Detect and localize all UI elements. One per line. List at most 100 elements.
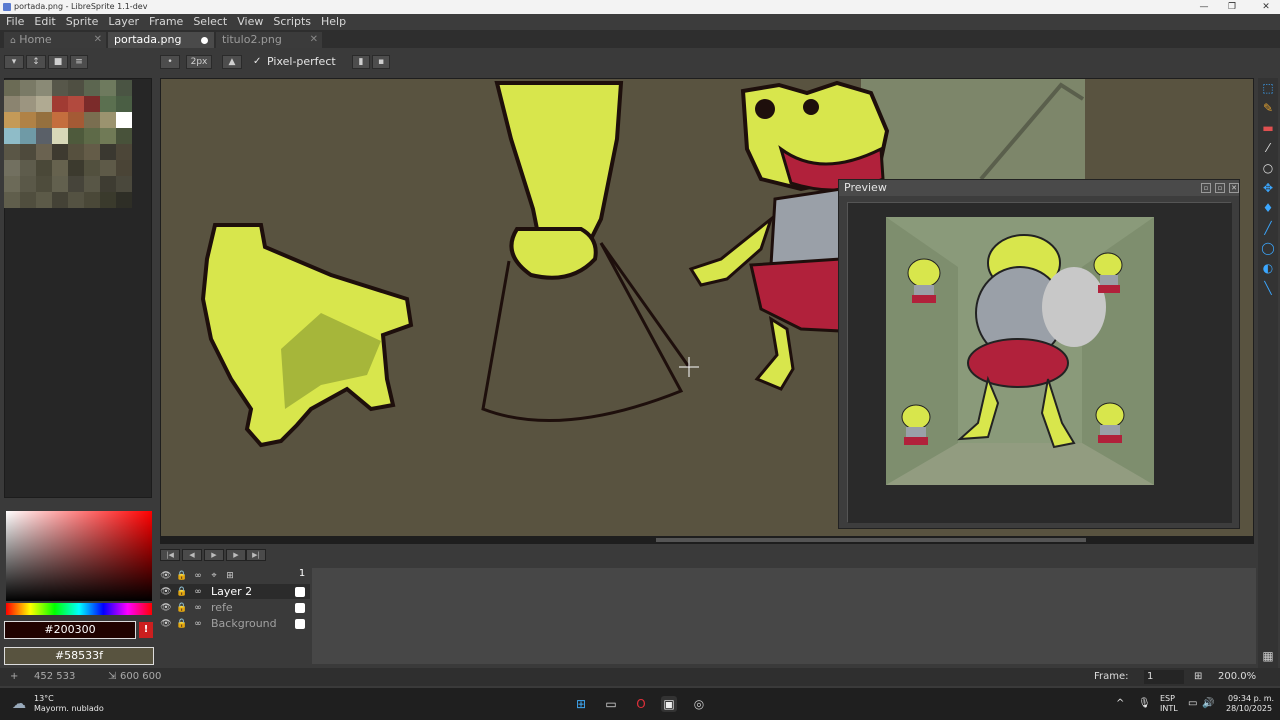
palette-swatch[interactable] (20, 192, 36, 208)
palette-swatch[interactable] (100, 192, 116, 208)
palette-swatch[interactable] (4, 192, 20, 208)
palette-swatch[interactable] (36, 80, 52, 96)
palette-swatch[interactable] (84, 192, 100, 208)
palette-swatch[interactable] (84, 80, 100, 96)
palette-swatch[interactable] (4, 96, 20, 112)
contour-tool-icon[interactable]: ◐ (1260, 260, 1276, 276)
palette-swatch[interactable] (84, 176, 100, 192)
tab-home[interactable]: ⌂ Home ✕ (4, 32, 106, 48)
palette-swatch[interactable] (36, 96, 52, 112)
last-frame-icon[interactable]: ▶| (246, 549, 266, 561)
palette-swatch[interactable] (20, 80, 36, 96)
palette-swatch[interactable] (84, 112, 100, 128)
palette-swatch[interactable] (4, 160, 20, 176)
ink-type-icon[interactable]: ▲ (222, 55, 242, 69)
preview-pin-icon[interactable]: ▫ (1201, 183, 1211, 193)
volume-icon[interactable]: 🔊 (1202, 698, 1214, 709)
palette-swatch[interactable] (52, 160, 68, 176)
mic-icon[interactable]: 🎙 (1138, 698, 1151, 709)
palette-options-icon[interactable]: ▾ (4, 55, 24, 69)
menu-select[interactable]: Select (187, 14, 231, 30)
palette-swatch[interactable] (52, 128, 68, 144)
move-tool-icon[interactable]: ✥ (1260, 180, 1276, 196)
palette-swatch[interactable] (4, 128, 20, 144)
background-color-button[interactable]: #58533f (4, 647, 154, 665)
palette-swatch[interactable] (20, 128, 36, 144)
language-code[interactable]: ESP (1160, 694, 1175, 703)
palette-swatch[interactable] (100, 128, 116, 144)
palette-swatch[interactable] (36, 144, 52, 160)
lock-icon[interactable]: 🔒 (176, 618, 188, 630)
palette-swatch[interactable] (100, 96, 116, 112)
link-header-icon[interactable]: ⌖ (208, 570, 220, 582)
minimize-button[interactable]: — (1194, 0, 1214, 14)
preview-window[interactable]: Preview ▫ ▫ ✕ (838, 179, 1240, 529)
next-frame-icon[interactable]: ▶ (226, 549, 246, 561)
brush-type-icon[interactable]: • (160, 55, 180, 69)
layer-row[interactable]: 👁 🔒 ∞ Layer 2 (160, 584, 310, 599)
palette-swatch[interactable] (36, 192, 52, 208)
menu-frame[interactable]: Frame (143, 14, 187, 30)
eraser-tool-icon[interactable]: ▬ (1260, 120, 1276, 136)
ellipse-tool-icon[interactable]: ◯ (1260, 240, 1276, 256)
tab-portada[interactable]: portada.png (108, 32, 214, 48)
cel-icon[interactable] (295, 587, 305, 597)
menu-sprite[interactable]: Sprite (60, 14, 103, 30)
pixel-perfect-checkbox[interactable]: ✓ (253, 56, 261, 67)
palette-swatch[interactable] (68, 144, 84, 160)
continuous-icon[interactable]: ∞ (192, 618, 204, 630)
start-icon[interactable]: ⊞ (573, 696, 589, 712)
palette-swatch[interactable] (20, 112, 36, 128)
palette-swatch[interactable] (116, 160, 132, 176)
continuous-header-icon[interactable]: ∞ (192, 570, 204, 582)
pencil-tool-icon[interactable]: ✎ (1260, 100, 1276, 116)
lock-header-icon[interactable]: 🔒 (176, 570, 188, 582)
tray-chevron-icon[interactable]: ^ (1116, 698, 1124, 709)
play-icon[interactable]: ▶ (204, 549, 224, 561)
palette-swatch[interactable] (20, 96, 36, 112)
continuous-icon[interactable]: ∞ (192, 602, 204, 614)
opera-icon[interactable]: O (633, 696, 649, 712)
preview-maximize-icon[interactable]: ▫ (1215, 183, 1225, 193)
palette-swatch[interactable] (68, 96, 84, 112)
brush-size-field[interactable]: 2px (186, 55, 212, 69)
palette-swatch[interactable] (68, 128, 84, 144)
lock-icon[interactable]: 🔒 (176, 602, 188, 614)
palette-swatch[interactable] (68, 176, 84, 192)
palette-preset-icon[interactable]: ■ (48, 55, 68, 69)
palette-swatch[interactable] (52, 112, 68, 128)
app-icon-taskbar[interactable]: ◎ (691, 696, 707, 712)
continuous-icon[interactable]: ∞ (192, 586, 204, 598)
palette-swatch[interactable] (100, 144, 116, 160)
palette-swatch[interactable] (4, 112, 20, 128)
palette-swatch[interactable] (36, 176, 52, 192)
task-view-icon[interactable]: ▭ (603, 696, 619, 712)
cel-icon[interactable] (295, 603, 305, 613)
zoom-level[interactable]: 200.0% (1218, 668, 1256, 686)
zoom-tool-icon[interactable]: ○ (1260, 160, 1276, 176)
palette-swatch[interactable] (116, 192, 132, 208)
layer-row[interactable]: 👁 🔒 ∞ refe (160, 600, 310, 615)
libresprite-icon[interactable]: ▣ (661, 696, 677, 712)
prev-frame-icon[interactable]: ◀ (182, 549, 202, 561)
palette-swatch[interactable] (68, 160, 84, 176)
palette-swatch[interactable] (84, 160, 100, 176)
eyedropper-tool-icon[interactable]: ⁄ (1260, 140, 1276, 156)
visibility-header-icon[interactable]: 👁 (160, 570, 172, 582)
palette-swatch[interactable] (4, 144, 20, 160)
frame-input[interactable]: 1 (1144, 670, 1184, 684)
eye-icon[interactable]: 👁 (160, 586, 172, 598)
palette-swatch[interactable] (100, 112, 116, 128)
hue-slider[interactable] (6, 603, 152, 615)
weather-desc[interactable]: Mayorm. nublado (34, 704, 104, 713)
palette-swatch[interactable] (20, 176, 36, 192)
palette-swatch[interactable] (36, 160, 52, 176)
palette-menu-icon[interactable]: ≡ (70, 55, 88, 69)
palette-swatch[interactable] (84, 128, 100, 144)
first-frame-icon[interactable]: |◀ (160, 549, 180, 561)
menu-file[interactable]: File (0, 14, 28, 30)
blur-tool-icon[interactable]: ╲ (1260, 280, 1276, 296)
layer-row[interactable]: 👁 🔒 ∞ Background (160, 616, 310, 631)
palette-swatch[interactable] (116, 128, 132, 144)
line-tool-icon[interactable]: ╱ (1260, 220, 1276, 236)
